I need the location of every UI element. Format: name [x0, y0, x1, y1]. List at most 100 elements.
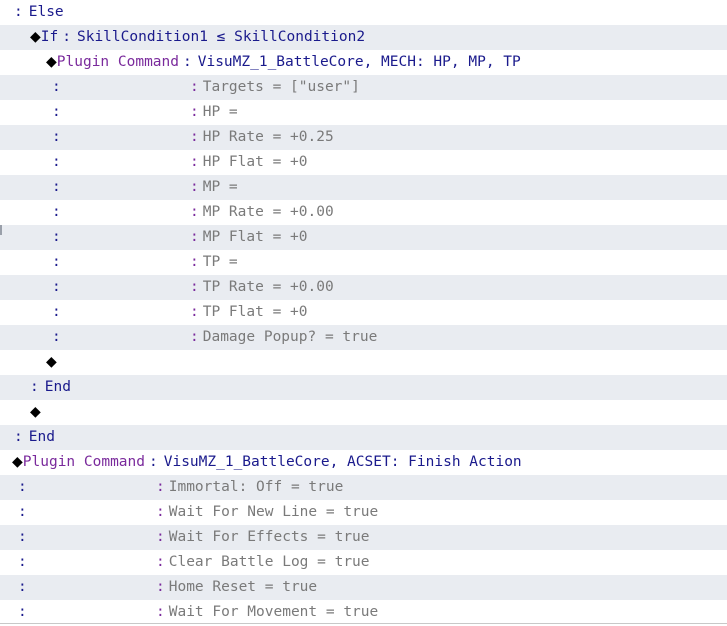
parameter-text: HP = — [202, 104, 238, 120]
command-row[interactable]: :: Home Reset = true — [0, 575, 727, 600]
continuation-colon: : — [52, 104, 61, 120]
parameter-text: MP Rate = +0.00 — [202, 204, 334, 220]
parameter-text: Wait For Movement = true — [168, 604, 379, 620]
parameter-colon: : — [190, 204, 199, 220]
parameter-colon: : — [190, 254, 199, 270]
row-content: : Else — [14, 0, 64, 25]
parameter-text: TP Rate = +0.00 — [202, 279, 334, 295]
parameter-colon: : — [190, 104, 199, 120]
parameter-text: Home Reset = true — [168, 579, 318, 595]
row-content: ◆If: SkillCondition1 ≤ SkillCondition2 — [30, 25, 365, 50]
event-command-list[interactable]: : Else ◆If: SkillCondition1 ≤ SkillConditio… — [0, 0, 727, 625]
continuation-colon: : — [18, 529, 27, 545]
command-row[interactable]: :: Damage Popup? = true — [0, 325, 727, 350]
row-colon: : — [30, 379, 39, 395]
command-row[interactable]: :: HP = — [0, 100, 727, 125]
parameter-content: : MP = — [190, 175, 238, 200]
parameter-text: MP = — [202, 179, 238, 195]
parameter-colon: : — [190, 304, 199, 320]
command-diamond-icon: ◆ — [46, 54, 57, 70]
row-content: ◆Plugin Command: VisuMZ_1_BattleCore, ACS… — [12, 450, 522, 475]
command-row[interactable]: :: Clear Battle Log = true — [0, 550, 727, 575]
continuation-colon: : — [52, 154, 61, 170]
parameter-text: Immortal: Off = true — [168, 479, 344, 495]
command-row[interactable]: ◆Plugin Command: VisuMZ_1_BattleCore, MEC… — [0, 50, 727, 75]
row-colon: : — [183, 54, 192, 70]
command-diamond-icon: ◆ — [12, 454, 23, 470]
continuation-colon: : — [52, 254, 61, 270]
parameter-colon: : — [156, 554, 165, 570]
parameter-content: : HP = — [190, 100, 238, 125]
parameter-content: : Clear Battle Log = true — [156, 550, 370, 575]
command-row[interactable]: :: TP Rate = +0.00 — [0, 275, 727, 300]
parameter-content: : MP Rate = +0.00 — [190, 200, 334, 225]
row-content: : End — [14, 425, 55, 450]
command-row[interactable]: :: MP = — [0, 175, 727, 200]
command-row[interactable]: ◆Plugin Command: VisuMZ_1_BattleCore, ACS… — [0, 450, 727, 475]
command-row[interactable]: :: HP Flat = +0 — [0, 150, 727, 175]
continuation-colon: : — [52, 129, 61, 145]
parameter-colon: : — [156, 604, 165, 620]
plugin-command-text: VisuMZ_1_BattleCore, MECH: HP, MP, TP — [197, 54, 521, 70]
parameter-content: : Home Reset = true — [156, 575, 317, 600]
parameter-text: TP Flat = +0 — [202, 304, 308, 320]
command-row[interactable]: : End — [0, 425, 727, 450]
command-row[interactable]: :: Wait For Effects = true — [0, 525, 727, 550]
parameter-text: HP Rate = +0.25 — [202, 129, 334, 145]
row-content: ◆Plugin Command: VisuMZ_1_BattleCore, MEC… — [46, 50, 521, 75]
command-diamond-icon: ◆ — [30, 29, 41, 45]
parameter-colon: : — [190, 279, 199, 295]
parameter-text: Damage Popup? = true — [202, 329, 378, 345]
parameter-colon: : — [156, 579, 165, 595]
command-row[interactable]: :: Wait For Movement = true — [0, 600, 727, 625]
command-row[interactable]: ◆ — [0, 400, 727, 425]
parameter-text: MP Flat = +0 — [202, 229, 308, 245]
command-row[interactable]: :: Immortal: Off = true — [0, 475, 727, 500]
command-row[interactable]: : : HP Rate = +0.25 — [0, 125, 727, 150]
parameter-content: : Immortal: Off = true — [156, 475, 343, 500]
row-content: : End — [30, 375, 71, 400]
row-colon: : — [14, 4, 23, 20]
command-row[interactable]: :: TP Flat = +0 — [0, 300, 727, 325]
parameter-text: TP = — [202, 254, 238, 270]
row-colon: : — [14, 429, 23, 445]
continuation-colon: : — [52, 304, 61, 320]
plugin-command-label: Plugin Command — [22, 454, 145, 470]
command-row[interactable]: ◆ — [0, 350, 727, 375]
parameter-content: : TP Flat = +0 — [190, 300, 308, 325]
parameter-colon: : — [190, 179, 199, 195]
command-row[interactable]: :: TP = — [0, 250, 727, 275]
row-colon: : — [149, 454, 158, 470]
parameter-content: : HP Rate = +0.25 — [190, 125, 334, 150]
parameter-text: Wait For Effects = true — [168, 529, 370, 545]
continuation-colon: : — [18, 604, 27, 620]
parameter-text: Targets = ["user"] — [202, 79, 360, 95]
continuation-colon: : — [52, 179, 61, 195]
parameter-content: : HP Flat = +0 — [190, 150, 308, 175]
command-row[interactable]: :: MP Rate = +0.00 — [0, 200, 727, 225]
scroll-edge-marker — [0, 225, 2, 235]
command-row[interactable]: :: MP Flat = +0 — [0, 225, 727, 250]
row-colon: : — [62, 29, 71, 45]
condition-text: SkillCondition1 ≤ SkillCondition2 — [76, 29, 366, 45]
parameter-text: HP Flat = +0 — [202, 154, 308, 170]
command-row[interactable]: : : Targets = ["user"] — [0, 75, 727, 100]
parameter-colon: : — [190, 154, 199, 170]
command-row[interactable]: : End — [0, 375, 727, 400]
parameter-colon: : — [190, 329, 199, 345]
keyword-text: Else — [28, 4, 64, 20]
command-row[interactable]: : Else — [0, 0, 727, 25]
parameter-content: : Targets = ["user"] — [190, 75, 360, 100]
keyword-text: End — [44, 379, 71, 395]
command-row[interactable]: :: Wait For New Line = true — [0, 500, 727, 525]
parameter-colon: : — [156, 529, 165, 545]
continuation-colon: : — [52, 79, 61, 95]
parameter-content: : Damage Popup? = true — [190, 325, 377, 350]
continuation-colon: : — [52, 204, 61, 220]
list-bottom-border — [0, 623, 727, 624]
plugin-command-label: Plugin Command — [56, 54, 179, 70]
parameter-content: : Wait For New Line = true — [156, 500, 378, 525]
command-row[interactable]: ◆If: SkillCondition1 ≤ SkillCondition2 — [0, 25, 727, 50]
continuation-colon: : — [52, 229, 61, 245]
empty-command-diamond-icon: ◆ — [46, 354, 57, 370]
